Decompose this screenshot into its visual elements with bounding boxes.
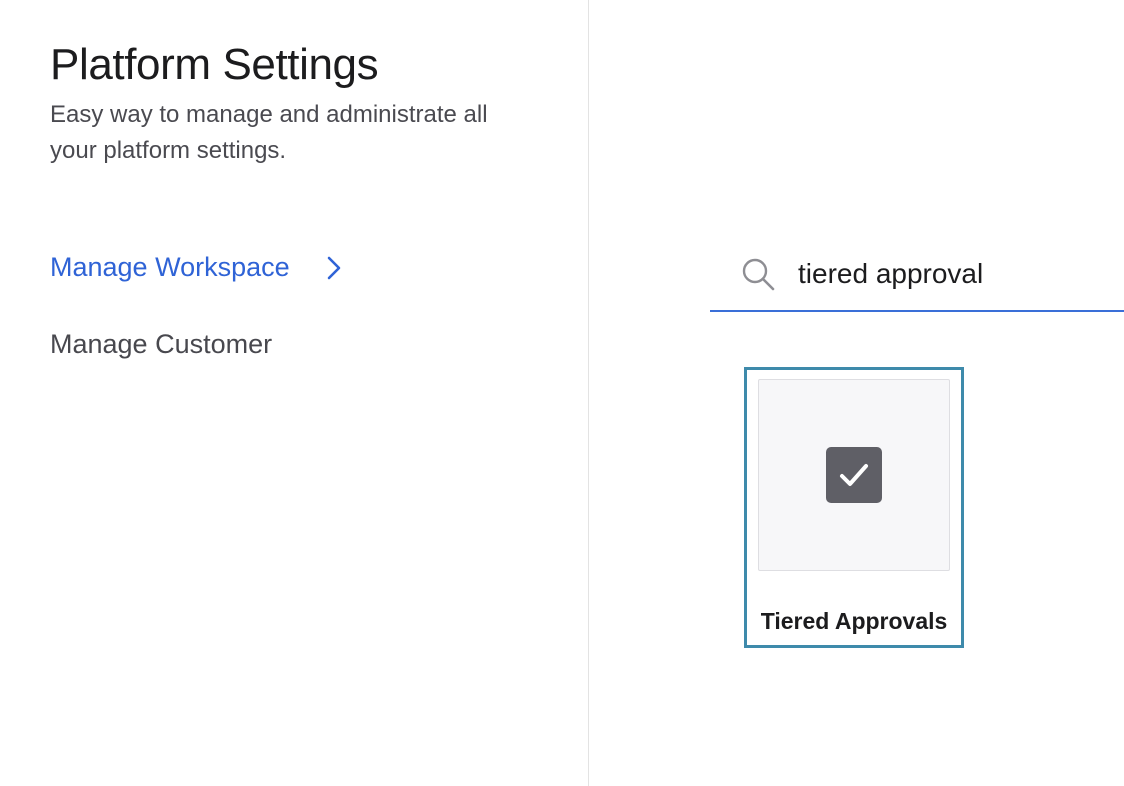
page-subtitle: Easy way to manage and administrate all … bbox=[50, 101, 488, 164]
search-input[interactable] bbox=[798, 254, 1118, 294]
page-title: Platform Settings bbox=[50, 40, 379, 89]
nav-item-manage-workspace[interactable]: Manage Workspace bbox=[50, 252, 344, 283]
nav-item-manage-customer[interactable]: Manage Customer bbox=[50, 329, 272, 360]
card-thumbnail bbox=[758, 379, 950, 571]
search-bar bbox=[710, 250, 1124, 312]
chevron-right-icon bbox=[324, 255, 344, 281]
platform-settings-page: Platform Settings Easy way to manage and… bbox=[0, 0, 1124, 786]
search-icon bbox=[740, 256, 776, 292]
checkbox-checked-icon bbox=[826, 447, 882, 503]
settings-content: Tiered Approvals bbox=[590, 0, 1124, 786]
nav-item-label: Manage Workspace bbox=[50, 252, 290, 282]
result-card-tiered-approvals[interactable]: Tiered Approvals bbox=[744, 367, 964, 648]
card-label: Tiered Approvals bbox=[760, 608, 948, 634]
nav-item-label: Manage Customer bbox=[50, 329, 273, 359]
settings-sidebar: Platform Settings Easy way to manage and… bbox=[0, 0, 589, 786]
